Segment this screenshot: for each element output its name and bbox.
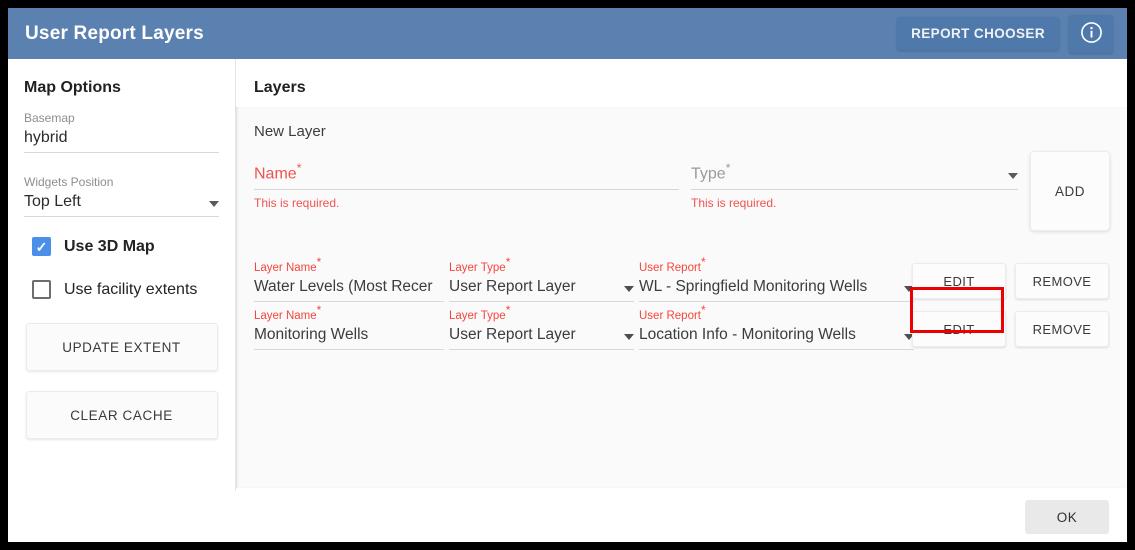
layer-name-input[interactable]: Water Levels (Most Recer bbox=[254, 278, 444, 302]
layer-type-field[interactable]: Layer Type* User Report Layer bbox=[449, 255, 634, 302]
layer-name-input[interactable]: Monitoring Wells bbox=[254, 326, 444, 350]
table-row: Layer Name* Water Levels (Most Recer Lay… bbox=[254, 255, 1109, 303]
sidebar-title: Map Options bbox=[24, 79, 235, 97]
user-report-value: Location Info - Monitoring Wells bbox=[639, 326, 856, 344]
new-layer-name-placeholder: Name* bbox=[254, 161, 301, 183]
layers-title: Layers bbox=[254, 79, 1127, 97]
chevron-down-icon bbox=[209, 201, 219, 207]
user-report-label: User Report* bbox=[639, 256, 914, 275]
layer-name-label: Layer Name* bbox=[254, 304, 444, 323]
edit-layer-button[interactable]: EDIT bbox=[912, 311, 1006, 347]
layers-panel: Layers New Layer Name* This is required.… bbox=[236, 59, 1127, 491]
remove-layer-button[interactable]: REMOVE bbox=[1015, 263, 1109, 299]
use-facility-extents-label: Use facility extents bbox=[64, 281, 197, 299]
user-report-select[interactable]: WL - Springfield Monitoring Wells bbox=[639, 278, 914, 302]
layer-name-field[interactable]: Layer Name* Water Levels (Most Recer bbox=[254, 255, 444, 302]
use-facility-extents-checkbox[interactable] bbox=[32, 280, 51, 299]
layer-rows: Layer Name* Water Levels (Most Recer Lay… bbox=[254, 255, 1109, 351]
new-layer-name-input[interactable]: Name* bbox=[254, 161, 679, 190]
user-report-field[interactable]: User Report* WL - Springfield Monitoring… bbox=[639, 255, 914, 302]
user-report-layers-dialog: User Report Layers REPORT CHOOSER Map Op… bbox=[8, 8, 1127, 542]
update-extent-button[interactable]: UPDATE EXTENT bbox=[26, 323, 218, 371]
widgets-position-select[interactable]: Top Left bbox=[24, 193, 219, 217]
new-layer-type-error: This is required. bbox=[691, 196, 1018, 210]
ok-button[interactable]: OK bbox=[1025, 500, 1109, 534]
chevron-down-icon bbox=[624, 286, 634, 292]
use-3d-map-checkbox[interactable]: ✓ bbox=[32, 237, 51, 256]
new-layer-name-field[interactable]: Name* This is required. bbox=[254, 161, 679, 210]
clear-cache-button[interactable]: CLEAR CACHE bbox=[26, 391, 218, 439]
use-3d-map-label: Use 3D Map bbox=[64, 238, 155, 256]
layer-type-select[interactable]: User Report Layer bbox=[449, 326, 634, 350]
report-chooser-button[interactable]: REPORT CHOOSER bbox=[897, 17, 1059, 50]
user-report-label: User Report* bbox=[639, 304, 914, 323]
layer-type-select[interactable]: User Report Layer bbox=[449, 278, 634, 302]
widgets-position-value: Top Left bbox=[24, 193, 81, 211]
widgets-position-label: Widgets Position bbox=[24, 175, 219, 189]
basemap-field[interactable]: Basemap hybrid bbox=[24, 111, 219, 153]
titlebar-actions: REPORT CHOOSER bbox=[897, 8, 1113, 59]
dialog-footer: OK bbox=[8, 491, 1127, 542]
table-row: Layer Name* Monitoring Wells Layer Type*… bbox=[254, 303, 1109, 351]
page-title: User Report Layers bbox=[25, 23, 204, 45]
layer-type-label: Layer Type* bbox=[449, 256, 634, 275]
edit-layer-button[interactable]: EDIT bbox=[912, 263, 1006, 299]
layer-type-field[interactable]: Layer Type* User Report Layer bbox=[449, 303, 634, 350]
map-options-sidebar: Map Options Basemap hybrid Widgets Posit… bbox=[8, 59, 236, 491]
chevron-down-icon bbox=[624, 334, 634, 340]
remove-layer-button[interactable]: REMOVE bbox=[1015, 311, 1109, 347]
new-layer-type-select[interactable]: Type* bbox=[691, 161, 1018, 190]
user-report-value: WL - Springfield Monitoring Wells bbox=[639, 278, 867, 296]
layer-type-value: User Report Layer bbox=[449, 326, 576, 344]
use-facility-extents-checkbox-row[interactable]: Use facility extents bbox=[32, 280, 235, 299]
new-layer-form: Name* This is required. Type* This is re… bbox=[254, 155, 1109, 239]
check-icon: ✓ bbox=[36, 240, 48, 254]
layer-name-field[interactable]: Layer Name* Monitoring Wells bbox=[254, 303, 444, 350]
add-layer-button[interactable]: ADD bbox=[1030, 151, 1110, 231]
layers-card: New Layer Name* This is required. Type* bbox=[236, 107, 1127, 488]
row-actions: EDIT REMOVE bbox=[912, 311, 1109, 347]
new-layer-label: New Layer bbox=[254, 123, 326, 140]
basemap-value: hybrid bbox=[24, 129, 68, 147]
layer-type-value: User Report Layer bbox=[449, 278, 576, 296]
row-actions: EDIT REMOVE bbox=[912, 263, 1109, 299]
basemap-label: Basemap bbox=[24, 111, 219, 125]
dialog-body: Map Options Basemap hybrid Widgets Posit… bbox=[8, 59, 1127, 491]
user-report-field[interactable]: User Report* Location Info - Monitoring … bbox=[639, 303, 914, 350]
basemap-input[interactable]: hybrid bbox=[24, 129, 219, 153]
use-3d-map-checkbox-row[interactable]: ✓ Use 3D Map bbox=[32, 237, 235, 256]
info-circle-icon bbox=[1080, 21, 1103, 47]
layer-name-value: Monitoring Wells bbox=[254, 326, 368, 344]
layer-name-value: Water Levels (Most Recer bbox=[254, 278, 433, 296]
new-layer-type-placeholder: Type* bbox=[691, 161, 730, 183]
user-report-select[interactable]: Location Info - Monitoring Wells bbox=[639, 326, 914, 350]
layer-type-label: Layer Type* bbox=[449, 304, 634, 323]
widgets-position-field[interactable]: Widgets Position Top Left bbox=[24, 175, 219, 217]
chevron-down-icon bbox=[1008, 173, 1018, 179]
dialog-titlebar: User Report Layers REPORT CHOOSER bbox=[8, 8, 1127, 59]
info-button[interactable] bbox=[1069, 15, 1113, 53]
new-layer-type-field[interactable]: Type* This is required. bbox=[691, 161, 1018, 210]
layer-name-label: Layer Name* bbox=[254, 256, 444, 275]
new-layer-name-error: This is required. bbox=[254, 196, 679, 210]
